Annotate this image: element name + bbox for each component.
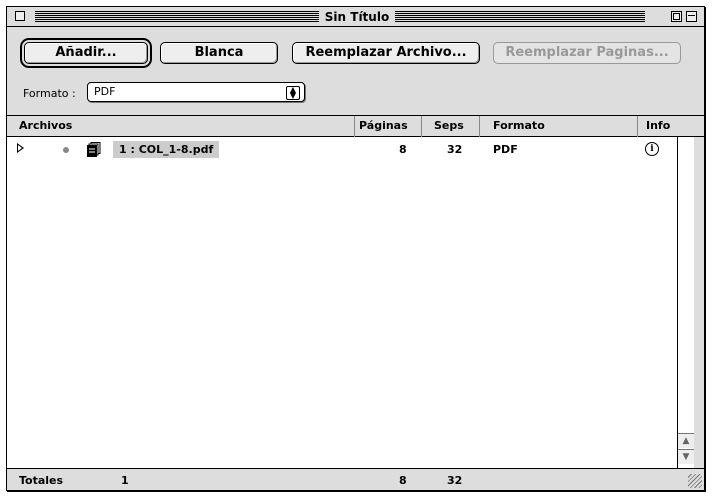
row-pages: 8 bbox=[399, 143, 407, 156]
row-format: PDF bbox=[493, 143, 518, 156]
row-seps: 32 bbox=[447, 143, 463, 156]
column-divider bbox=[421, 116, 422, 137]
document-icon bbox=[87, 142, 101, 157]
column-divider bbox=[637, 116, 638, 137]
table-row[interactable]: 1 : COL_1-8.pdf 8 32 PDF i bbox=[7, 141, 677, 159]
list-header: Archivos Páginas Seps Formato Info bbox=[7, 115, 704, 137]
file-list[interactable]: 1 : COL_1-8.pdf 8 32 PDF i bbox=[7, 137, 677, 468]
status-dot-icon bbox=[63, 147, 69, 153]
column-header-seps[interactable]: Seps bbox=[434, 119, 464, 132]
totals-files: 1 bbox=[121, 474, 129, 487]
replace-pages-button[interactable]: Reemplazar Paginas... bbox=[493, 42, 681, 64]
zoom-box-icon[interactable] bbox=[671, 11, 682, 22]
file-name[interactable]: 1 : COL_1-8.pdf bbox=[113, 141, 220, 158]
scroll-down-icon[interactable]: ▼ bbox=[678, 449, 694, 464]
collapse-box-icon[interactable] bbox=[686, 11, 697, 22]
totals-label: Totales bbox=[19, 474, 64, 487]
column-header-format[interactable]: Formato bbox=[493, 119, 545, 132]
column-header-info[interactable]: Info bbox=[646, 119, 670, 132]
window-title: Sin Título bbox=[319, 8, 395, 26]
format-select-value: PDF bbox=[94, 85, 116, 98]
blank-button[interactable]: Blanca bbox=[160, 42, 278, 64]
title-bar[interactable]: Sin Título bbox=[7, 7, 704, 27]
app-window: Sin Título Añadir... Blanca Reemplazar A… bbox=[6, 6, 705, 491]
column-divider bbox=[479, 116, 480, 137]
column-header-files[interactable]: Archivos bbox=[19, 119, 72, 132]
info-icon[interactable]: i bbox=[645, 142, 659, 156]
vertical-scrollbar[interactable]: ▲ ▼ bbox=[677, 137, 694, 468]
select-arrows-icon: ▲ ▼ bbox=[286, 86, 300, 100]
scroll-up-icon[interactable]: ▲ bbox=[678, 433, 694, 448]
totals-bar: Totales 1 8 32 bbox=[7, 468, 704, 490]
format-label: Formato : bbox=[23, 87, 76, 100]
title-bar-stripes bbox=[395, 11, 645, 22]
replace-file-button[interactable]: Reemplazar Archivo... bbox=[292, 42, 480, 64]
disclosure-triangle-icon[interactable] bbox=[17, 143, 24, 153]
totals-pages: 8 bbox=[399, 474, 407, 487]
column-divider bbox=[354, 116, 355, 137]
close-box-icon[interactable] bbox=[15, 11, 25, 21]
totals-seps: 32 bbox=[447, 474, 463, 487]
title-bar-stripes bbox=[35, 11, 319, 22]
format-select[interactable]: PDF ▲ ▼ bbox=[87, 82, 305, 102]
add-button[interactable]: Añadir... bbox=[20, 38, 152, 68]
resize-grip-icon[interactable] bbox=[688, 474, 702, 488]
column-header-pages[interactable]: Páginas bbox=[359, 119, 408, 132]
